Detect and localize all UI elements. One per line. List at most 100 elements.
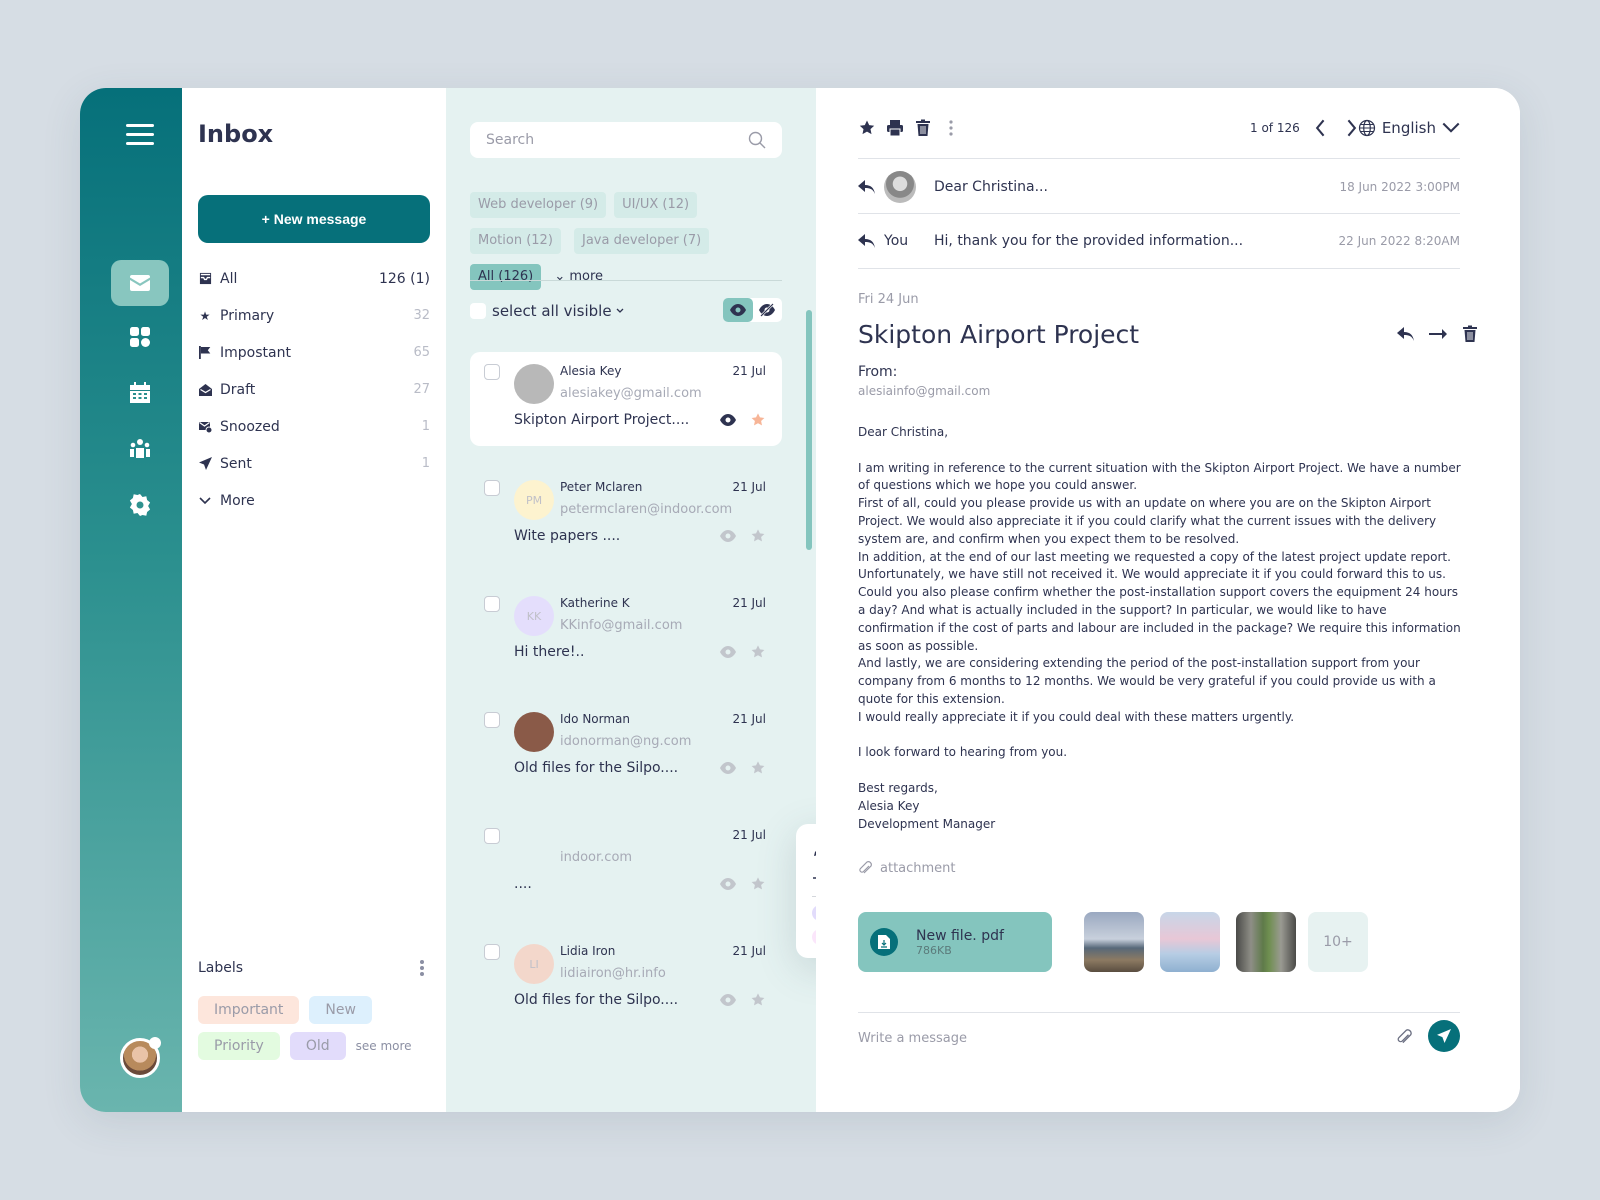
- mail-app: Inbox + New message All 126 (1) ★ Primar…: [80, 88, 1520, 1112]
- file-attachment[interactable]: New file. pdf 786KB: [858, 912, 1052, 972]
- hide-read-toggle[interactable]: [753, 298, 783, 322]
- more-vertical-icon[interactable]: [942, 119, 960, 137]
- mail-checkbox[interactable]: [484, 480, 500, 496]
- sender-avatar: [884, 170, 916, 203]
- eye-icon[interactable]: [720, 760, 736, 776]
- search-input[interactable]: [486, 132, 748, 148]
- more-tags-button[interactable]: ⌄ more: [554, 269, 603, 284]
- label-chip[interactable]: Priority: [198, 1032, 280, 1060]
- scrollbar[interactable]: [806, 310, 812, 550]
- mail-list-item[interactable]: Ido Norman idonorman@ng.com 21 Jul Old file…: [470, 700, 782, 794]
- trash-icon[interactable]: [1460, 324, 1480, 344]
- label-chip[interactable]: Old: [289, 1032, 346, 1060]
- chevron-down-icon[interactable]: [612, 306, 628, 316]
- user-avatar[interactable]: [120, 1037, 161, 1078]
- send-button[interactable]: [1428, 1020, 1460, 1052]
- eye-icon[interactable]: [720, 644, 736, 660]
- mail-list-item[interactable]: Alesia Key alesiakey@gmail.com 21 Jul Skipt…: [470, 352, 782, 446]
- eye-icon[interactable]: [720, 528, 736, 544]
- email-actions: [1396, 324, 1480, 344]
- eye-icon[interactable]: [720, 412, 736, 428]
- forward-icon[interactable]: [1428, 324, 1448, 344]
- message-input[interactable]: [858, 1026, 1378, 1050]
- star-icon[interactable]: [750, 528, 766, 544]
- body-paragraph: And lastly, we are considering extending…: [858, 656, 1436, 706]
- select-all[interactable]: select all visible: [470, 302, 628, 320]
- mail-date: 21 Jul: [732, 712, 766, 726]
- mail-list-item[interactable]: LI Lidia Iron lidiairon@hr.info 21 Jul Old f…: [470, 932, 782, 1026]
- star-icon[interactable]: [750, 992, 766, 1008]
- email-body: Dear Christina, I am writing in reference…: [858, 424, 1466, 833]
- rail-settings[interactable]: [111, 482, 169, 528]
- trash-icon[interactable]: [914, 119, 932, 137]
- new-message-button[interactable]: + New message: [198, 195, 430, 243]
- star-icon[interactable]: [750, 760, 766, 776]
- sender-name: Peter Mclaren: [560, 480, 643, 494]
- mail-checkbox[interactable]: [484, 828, 500, 844]
- folder-snoozed[interactable]: Snoozed 1: [198, 408, 430, 445]
- avatar: PM: [514, 480, 554, 520]
- folder-more[interactable]: More: [198, 482, 430, 519]
- mail-checkbox[interactable]: [484, 944, 500, 960]
- mail-checkbox[interactable]: [484, 712, 500, 728]
- reply-icon: [858, 234, 875, 248]
- chevron-left-icon[interactable]: [1312, 119, 1330, 137]
- body-paragraph: First of all, could you please provide u…: [858, 496, 1437, 546]
- print-icon[interactable]: [886, 119, 904, 137]
- image-attachment[interactable]: [1160, 912, 1220, 972]
- body-paragraph: I would really appreciate it if you coul…: [858, 709, 1295, 724]
- select-all-checkbox[interactable]: [470, 303, 486, 319]
- tag-java-developer[interactable]: Java developer (7): [573, 228, 710, 254]
- folder-draft[interactable]: Draft 27: [198, 371, 430, 408]
- label-chip[interactable]: New: [309, 996, 372, 1024]
- search-icon[interactable]: [748, 131, 766, 149]
- mail-checkbox[interactable]: [484, 364, 500, 380]
- avatar: [514, 828, 554, 868]
- thread-item[interactable]: Dear Christina... 18 Jun 2022 3:00PM: [858, 158, 1460, 214]
- body-paragraph: Dear Christina,: [858, 425, 949, 439]
- team-icon: [130, 439, 150, 458]
- language-select[interactable]: English: [1358, 119, 1460, 137]
- more-attachments[interactable]: 10+: [1308, 912, 1368, 972]
- avatar: [514, 712, 554, 752]
- rail-mail[interactable]: [111, 260, 169, 306]
- star-icon[interactable]: [858, 119, 876, 137]
- tag-web-developer[interactable]: Web developer (9): [470, 192, 607, 218]
- tag-motion[interactable]: Motion (12): [470, 228, 561, 254]
- rail-team[interactable]: [111, 426, 169, 472]
- image-attachment[interactable]: [1084, 912, 1144, 972]
- mail-list-item[interactable]: indoor.com 21 Jul....: [470, 816, 782, 910]
- reply-icon[interactable]: [1396, 324, 1416, 344]
- tag-all[interactable]: All (126): [470, 264, 542, 290]
- folder-all[interactable]: All 126 (1): [198, 260, 430, 297]
- sender-email: indoor.com: [560, 850, 633, 865]
- thread-item[interactable]: You Hi, thank you for the provided infor…: [858, 213, 1460, 269]
- tag-uiux[interactable]: UI/UX (12): [614, 192, 698, 218]
- attach-icon[interactable]: [1396, 1028, 1412, 1046]
- label-chip[interactable]: Important: [198, 996, 300, 1024]
- more-vertical-icon[interactable]: [420, 960, 426, 978]
- star-icon[interactable]: [750, 876, 766, 892]
- body-paragraph: I look forward to hearing from you.: [858, 745, 1068, 760]
- rail-dashboard[interactable]: [111, 314, 169, 360]
- eye-icon[interactable]: [720, 876, 736, 892]
- mail-list-item[interactable]: KK Katherine K KKinfo@gmail.com 21 Jul Hi th…: [470, 584, 782, 678]
- mail-subject: Wite papers ....: [514, 528, 621, 544]
- from-label: From:: [858, 364, 898, 380]
- show-read-toggle[interactable]: [723, 298, 753, 322]
- mail-date: 21 Jul: [732, 480, 766, 494]
- from-email[interactable]: alesiainfo@gmail.com: [858, 384, 990, 398]
- eye-icon[interactable]: [720, 992, 736, 1008]
- menu-icon[interactable]: [126, 124, 154, 146]
- star-icon[interactable]: [750, 644, 766, 660]
- visibility-toggle[interactable]: [723, 298, 782, 322]
- folder-sent[interactable]: Sent 1: [198, 445, 430, 482]
- folder-important[interactable]: Impostant 65: [198, 334, 430, 371]
- folder-primary[interactable]: ★ Primary 32: [198, 297, 430, 334]
- see-more-link[interactable]: see more: [356, 1039, 412, 1053]
- mail-checkbox[interactable]: [484, 596, 500, 612]
- mail-list-item[interactable]: PM Peter Mclaren petermclaren@indoor.com 21…: [470, 468, 782, 562]
- rail-calendar[interactable]: [111, 370, 169, 416]
- image-attachment[interactable]: [1236, 912, 1296, 972]
- star-icon[interactable]: [750, 412, 766, 428]
